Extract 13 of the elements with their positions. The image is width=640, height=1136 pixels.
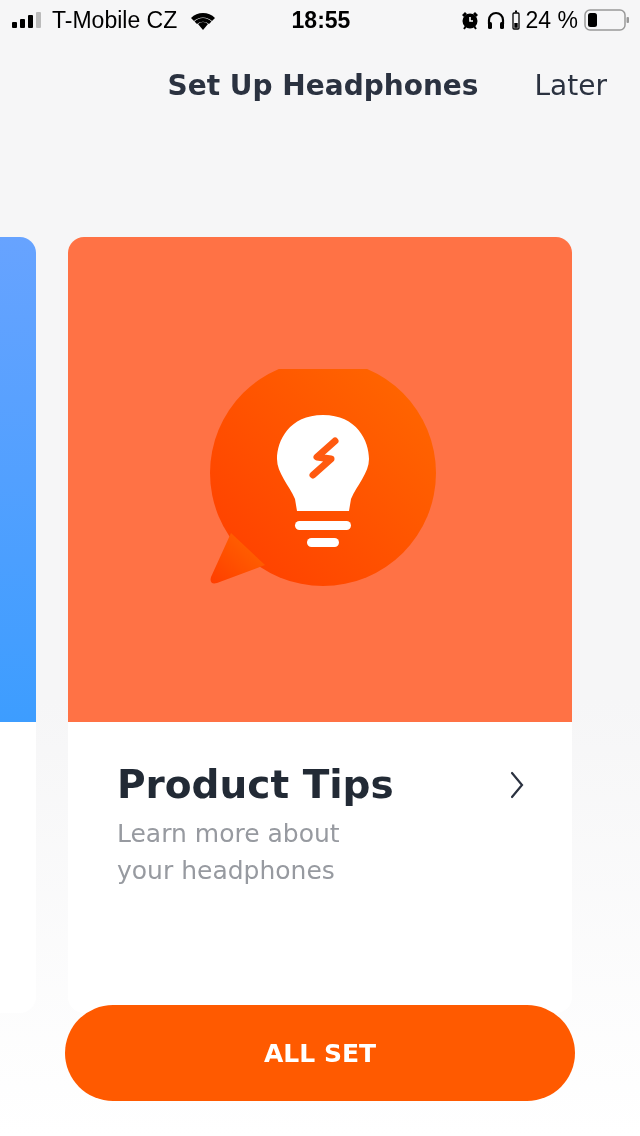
signal-icon [12, 12, 44, 28]
status-time: 18:55 [291, 6, 351, 34]
wifi-icon [189, 10, 218, 30]
card-subtitle: Learn more about your headphones [117, 818, 341, 887]
battery-icon [511, 10, 520, 30]
battery-icon [584, 9, 630, 31]
carrier-name: T-Mobile CZ [52, 6, 178, 34]
screen-title: Set Up Headphones [167, 68, 479, 102]
card-title: Product Tips [117, 762, 394, 807]
later-button[interactable]: Later [534, 68, 607, 102]
headphones-icon [485, 10, 506, 30]
chevron-right-icon[interactable] [510, 770, 524, 799]
battery-percent: 24 % [525, 6, 578, 34]
